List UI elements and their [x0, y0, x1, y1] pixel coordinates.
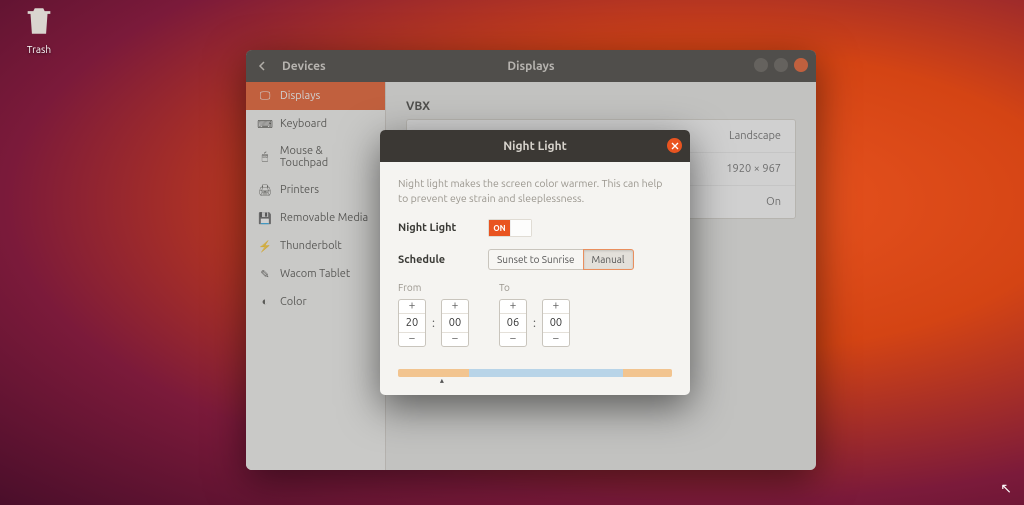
plus-button[interactable]: + — [500, 300, 526, 314]
night-light-toggle-label: Night Light — [398, 222, 488, 234]
dialog-title: Night Light — [503, 140, 567, 153]
schedule-option-manual[interactable]: Manual — [583, 249, 634, 270]
timeline-day-segment — [469, 369, 622, 377]
dialog-description: Night light makes the screen color warme… — [398, 176, 672, 205]
mouse-cursor-icon: ↖ — [1000, 480, 1012, 497]
schedule-label: Schedule — [398, 254, 488, 266]
trash-icon — [22, 4, 56, 38]
colon: : — [533, 317, 536, 330]
to-hour-spinner[interactable]: + 06 − — [499, 299, 527, 347]
from-minute-value: 00 — [442, 314, 468, 332]
dialog-titlebar: Night Light — [380, 130, 690, 162]
desktop-trash-label: Trash — [14, 44, 64, 55]
colon: : — [432, 317, 435, 330]
minus-button[interactable]: − — [399, 332, 425, 346]
timeline-tick — [440, 378, 444, 384]
night-light-toggle[interactable]: ON — [488, 219, 532, 237]
minus-button[interactable]: − — [442, 332, 468, 346]
schedule-timeline — [398, 369, 672, 377]
toggle-on-text: ON — [489, 220, 510, 236]
schedule-option-sunset[interactable]: Sunset to Sunrise — [488, 249, 583, 270]
from-minute-spinner[interactable]: + 00 − — [441, 299, 469, 347]
from-label: From — [398, 282, 469, 293]
to-label: To — [499, 282, 570, 293]
to-hour-value: 06 — [500, 314, 526, 332]
desktop-trash[interactable]: Trash — [14, 4, 64, 55]
night-light-dialog: Night Light Night light makes the screen… — [380, 130, 690, 395]
from-hour-spinner[interactable]: + 20 − — [398, 299, 426, 347]
to-minute-spinner[interactable]: + 00 − — [542, 299, 570, 347]
to-minute-value: 00 — [543, 314, 569, 332]
from-hour-value: 20 — [399, 314, 425, 332]
minus-button[interactable]: − — [543, 332, 569, 346]
plus-button[interactable]: + — [543, 300, 569, 314]
schedule-segmented: Sunset to Sunrise Manual — [488, 249, 634, 270]
toggle-knob — [510, 220, 531, 236]
close-icon — [671, 142, 679, 150]
dialog-close-button[interactable] — [667, 138, 682, 153]
minus-button[interactable]: − — [500, 332, 526, 346]
plus-button[interactable]: + — [442, 300, 468, 314]
plus-button[interactable]: + — [399, 300, 425, 314]
